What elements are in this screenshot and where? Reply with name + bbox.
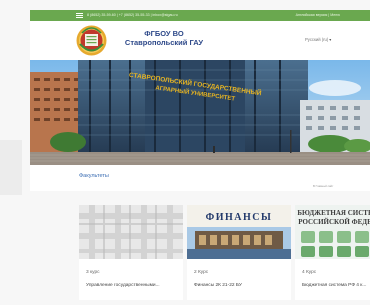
thumbnail-title-line-1: БЮДЖЕТНАЯ СИСТЕ — [297, 209, 370, 217]
main-site-link[interactable]: В Главный сайт — [313, 184, 333, 188]
course-card[interactable]: 3 курс Управление государственными... — [79, 205, 183, 300]
topbar-right-links[interactable]: Английская версия | Меню — [296, 10, 340, 21]
language-label: Русский (ru) — [305, 37, 329, 42]
brand-line-1: ФГБОУ ВО — [144, 29, 184, 38]
university-logo[interactable] — [76, 24, 107, 57]
course-thumbnail[interactable] — [79, 205, 183, 259]
course-name-link[interactable]: Бюджетная система РФ 4 к... — [302, 283, 370, 288]
top-bar: 8 (8652) 35-59-60 | +7 (8652) 35-55-33 |… — [30, 10, 370, 21]
course-year: 4 Курс — [302, 270, 317, 275]
thumbnail-title-line-2: РОССИЙСКОЙ ФЕДЕ — [298, 218, 370, 226]
brand-name[interactable]: ФГБОУ ВО Ставропольский ГАУ — [114, 29, 214, 47]
faculties-link[interactable]: Факультеты — [79, 173, 109, 179]
contacts-text: 8 (8652) 35-59-60 | +7 (8652) 35-55-33 |… — [87, 13, 178, 17]
university-building-photo: СТАВРОПОЛЬСКИЙ ГОСУДАРСТВЕННЫЙ АГРАРНЫЙ … — [30, 60, 370, 165]
section-header: Факультеты В Главный сайт — [30, 165, 370, 191]
chevron-down-icon: ▾ — [329, 37, 332, 42]
finance-building-image: ФИНАНСЫ — [187, 205, 291, 259]
language-selector[interactable]: Русский (ru)▾ — [305, 37, 331, 42]
page: 8 (8652) 35-59-60 | +7 (8652) 35-55-33 |… — [0, 0, 370, 305]
brand-line-2: Ставропольский ГАУ — [124, 38, 204, 47]
course-thumbnail[interactable]: БЮДЖЕТНАЯ СИСТЕ РОССИЙСКОЙ ФЕДЕ — [295, 205, 370, 259]
course-card[interactable]: БЮДЖЕТНАЯ СИСТЕ РОССИЙСКОЙ ФЕДЕ 4 Курс Б… — [295, 205, 370, 300]
course-year: 2 Курс — [194, 270, 209, 275]
hero-banner: СТАВРОПОЛЬСКИЙ ГОСУДАРСТВЕННЫЙ АГРАРНЫЙ … — [30, 60, 370, 165]
course-year: 3 курс — [86, 270, 100, 275]
menu-icon[interactable] — [76, 13, 83, 18]
thumbnail-title: ФИНАНСЫ — [206, 212, 273, 223]
course-card[interactable]: ФИНАНСЫ 2 Курс Финансы 2К 21-22 БУ — [187, 205, 291, 300]
plaid-pattern-image — [79, 205, 183, 259]
course-name-link[interactable]: Управление государственными... — [86, 283, 160, 288]
budget-system-image: БЮДЖЕТНАЯ СИСТЕ РОССИЙСКОЙ ФЕДЕ — [295, 205, 370, 259]
site-header: ФГБОУ ВО Ставропольский ГАУ Русский (ru)… — [30, 21, 370, 60]
background-panel — [0, 140, 22, 195]
course-name-link[interactable]: Финансы 2К 21-22 БУ — [194, 283, 242, 288]
course-thumbnail[interactable]: ФИНАНСЫ — [187, 205, 291, 259]
